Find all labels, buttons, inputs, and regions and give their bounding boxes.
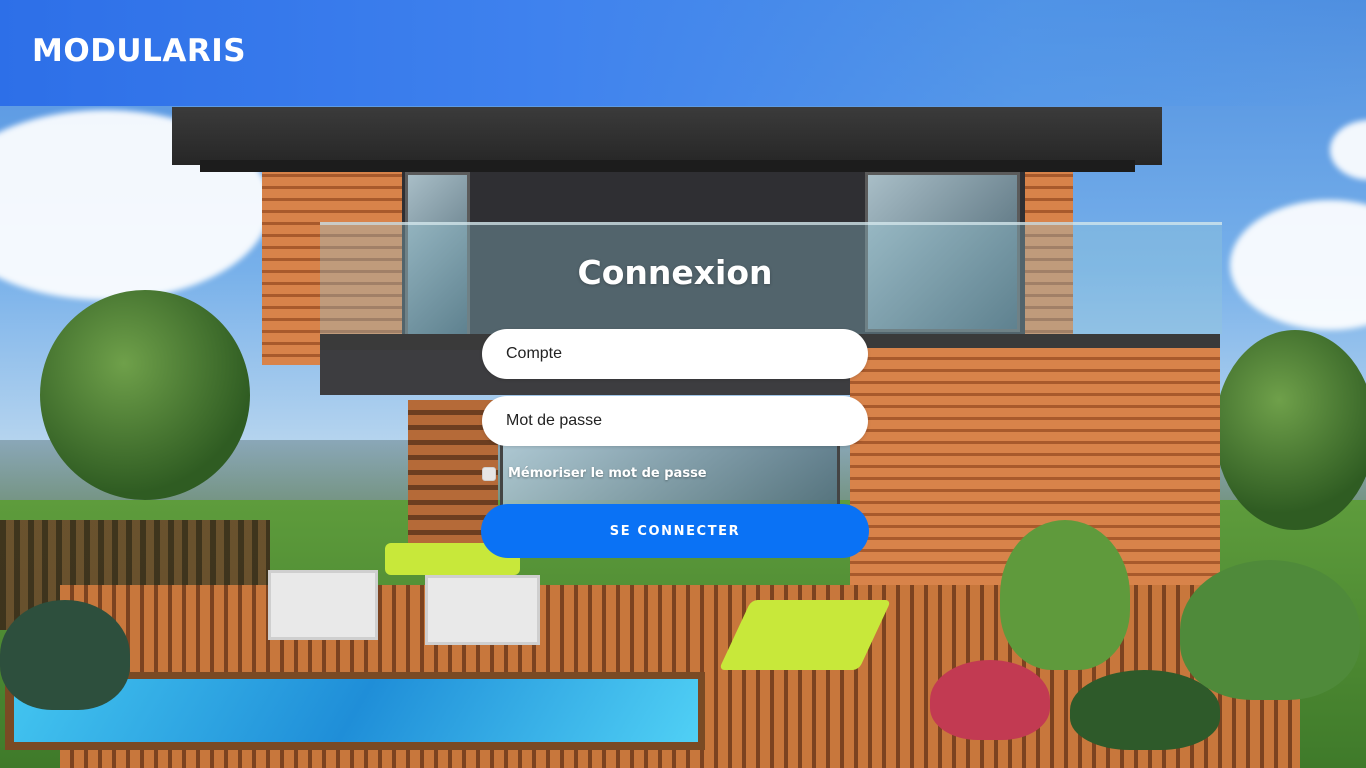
remember-password-checkbox[interactable] <box>482 466 496 481</box>
remember-password-label: Mémoriser le mot de passe <box>508 466 707 481</box>
remember-password-toggle[interactable]: Mémoriser le mot de passe <box>482 466 707 481</box>
top-bar: MODULARIS <box>0 0 1366 106</box>
brand-logo[interactable]: MODULARIS <box>32 33 246 69</box>
account-input[interactable] <box>482 329 868 379</box>
password-input[interactable] <box>482 396 868 446</box>
login-button[interactable]: SE CONNECTER <box>481 504 869 558</box>
background-house-photo <box>0 0 1366 768</box>
login-form: Connexion Mémoriser le mot de passe SE C… <box>480 250 870 558</box>
login-title: Connexion <box>577 253 773 292</box>
